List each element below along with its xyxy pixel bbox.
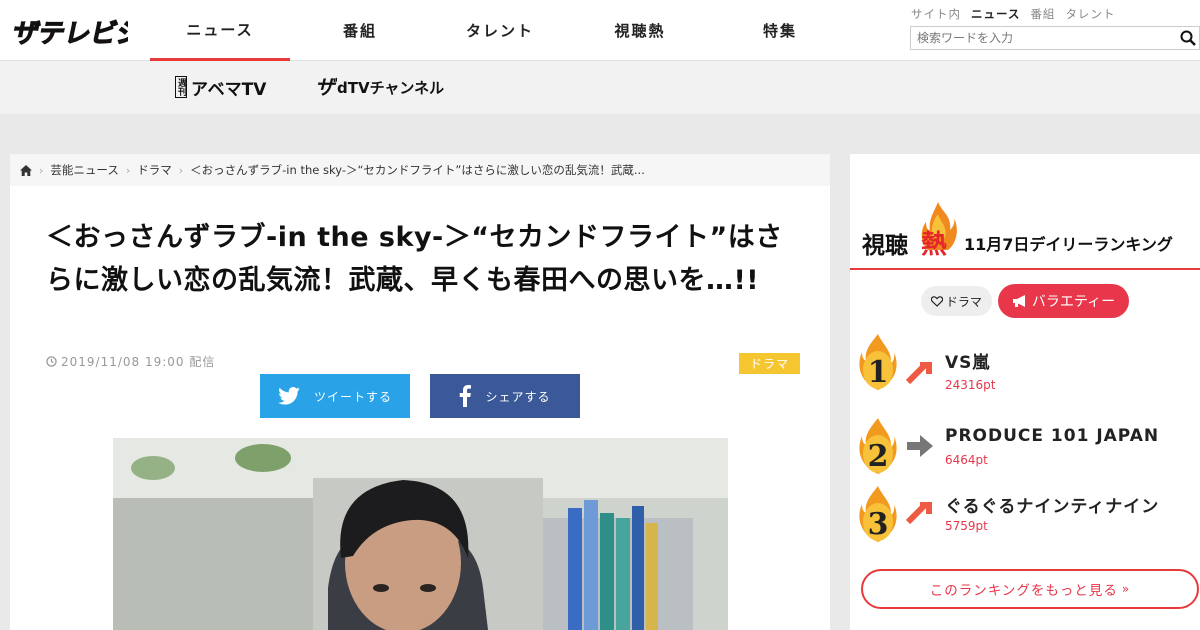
scope-site[interactable]: サイト内 (911, 6, 961, 22)
tweet-label: ツイートする (313, 389, 392, 404)
dtv-label: dTVチャンネル (337, 78, 445, 97)
nav-features[interactable]: 特集 (710, 0, 850, 61)
svg-text:2: 2 (868, 439, 889, 474)
article-photo (113, 438, 728, 630)
scope-programs[interactable]: 番組 (1030, 6, 1055, 22)
breadcrumb-entertainment-news[interactable]: 芸能ニュース (50, 162, 118, 178)
svg-text:ザテレビジョン: ザテレビジョン (10, 19, 128, 49)
nav-shichounetsu[interactable]: 視聴熱 (570, 0, 710, 61)
site-header: ザテレビジョン ニュース 番組 タレント 視聴熱 特集 サイト内 ニュース 番組… (0, 0, 1200, 61)
ranking-title-fire: 熱 (921, 230, 948, 260)
nav-programs[interactable]: 番組 (290, 0, 430, 61)
article-photo-drawing (113, 438, 728, 630)
site-logo[interactable]: ザテレビジョン (8, 10, 128, 52)
breadcrumb-current: ＜おっさんずラブ-in the sky-＞“セカンドフライト”はさらに激しい恋の… (190, 163, 645, 177)
search-icon[interactable] (1179, 29, 1197, 47)
trend-up-icon (906, 502, 932, 525)
abema-label: アベマTV (191, 79, 267, 100)
heart-icon (930, 295, 943, 307)
ranking-item[interactable]: 3 ぐるぐるナインティナイン 5759pt (850, 484, 1200, 548)
rank-title: ぐるぐるナインティナイン (945, 497, 1160, 517)
rank-medal-icon: 2 (859, 418, 897, 474)
rank-medal-icon: 1 (859, 334, 897, 390)
megaphone-icon (1012, 295, 1025, 307)
more-ranking-button[interactable]: このランキングをもっと見る » (861, 569, 1199, 609)
ranking-sidebar: 視聴 熱 11月7日デイリーランキング ドラマ バラエティー 1 VS嵐 243… (850, 154, 1200, 630)
ranking-subtitle: 11月7日デイリーランキング (964, 235, 1173, 254)
scope-talent[interactable]: タレント (1065, 6, 1115, 22)
main-nav: ニュース 番組 タレント 視聴熱 特集 (150, 0, 850, 61)
rank-points: 6464pt (945, 453, 988, 467)
rank-title: PRODUCE 101 JAPAN (945, 426, 1160, 446)
genre-tabs: ドラマ バラエティー (850, 284, 1200, 318)
search-area: サイト内 ニュース 番組 タレント (910, 6, 1200, 50)
twitter-icon (278, 387, 300, 405)
article-meta: 2019/11/08 19:00 配信 (46, 353, 215, 370)
tab-drama-label: ドラマ (945, 294, 982, 309)
trend-flat-icon (907, 435, 933, 457)
nav-talent[interactable]: タレント (430, 0, 570, 61)
chevron-right-icon: › (125, 163, 131, 177)
breadcrumb: › 芸能ニュース › ドラマ › ＜おっさんずラブ-in the sky-＞“セ… (10, 154, 830, 186)
publish-date: 2019/11/08 19:00 配信 (61, 355, 216, 369)
abema-tag: 週刊 (175, 76, 187, 98)
ranking-header: 視聴 熱 11月7日デイリーランキング (850, 198, 1200, 270)
category-badge[interactable]: ドラマ (739, 353, 800, 374)
tab-drama[interactable]: ドラマ (920, 286, 992, 316)
more-ranking-label: このランキングをもっと見る (929, 583, 1118, 599)
scope-news[interactable]: ニュース (971, 6, 1020, 22)
search-input[interactable] (911, 27, 1171, 49)
dtv-channel-link[interactable]: ザ dTVチャンネル (315, 73, 444, 101)
rank-medal-icon: 3 (859, 486, 897, 542)
tweet-button[interactable]: ツイートする (260, 374, 410, 418)
ranking-item[interactable]: 1 VS嵐 24316pt (850, 332, 1200, 396)
article-title: ＜おっさんずラブ-in the sky-＞“セカンドフライト”はさらに激しい恋の… (46, 222, 783, 296)
svg-text:3: 3 (868, 507, 889, 542)
tab-variety-label: バラエティー (1031, 294, 1116, 310)
chevron-right-icon: › (39, 163, 44, 177)
tab-variety[interactable]: バラエティー (997, 284, 1130, 318)
ranking-item[interactable]: 2 PRODUCE 101 JAPAN 6464pt (850, 416, 1200, 480)
chevron-right-icon: › (178, 163, 184, 177)
double-chevron-down-icon: » (1121, 582, 1131, 596)
trend-up-icon (906, 362, 932, 385)
breadcrumb-drama[interactable]: ドラマ (137, 162, 172, 178)
ranking-title-prefix: 視聴 (862, 233, 908, 259)
svg-text:ザ: ザ (315, 75, 337, 99)
svg-text:1: 1 (868, 355, 889, 390)
rank-title: VS嵐 (945, 353, 991, 373)
rank-points: 24316pt (945, 378, 996, 392)
search-box (910, 26, 1200, 50)
search-scopes: サイト内 ニュース 番組 タレント (910, 6, 1200, 22)
partner-bar: 週刊 アベマTV ザ dTVチャンネル (0, 61, 1200, 114)
article-card: › 芸能ニュース › ドラマ › ＜おっさんずラブ-in the sky-＞“セ… (10, 154, 830, 630)
facebook-share-button[interactable]: シェアする (430, 374, 580, 418)
facebook-icon (460, 385, 472, 407)
abema-tv-link[interactable]: 週刊 アベマTV (175, 73, 266, 101)
clock-icon (46, 356, 57, 367)
fire-icon: 熱 (918, 200, 958, 262)
nav-news[interactable]: ニュース (150, 0, 290, 61)
share-label: シェアする (485, 389, 551, 404)
the-tv-mini-icon: ザ (315, 75, 337, 99)
rank-points: 5759pt (945, 519, 988, 533)
home-icon[interactable] (20, 164, 32, 176)
